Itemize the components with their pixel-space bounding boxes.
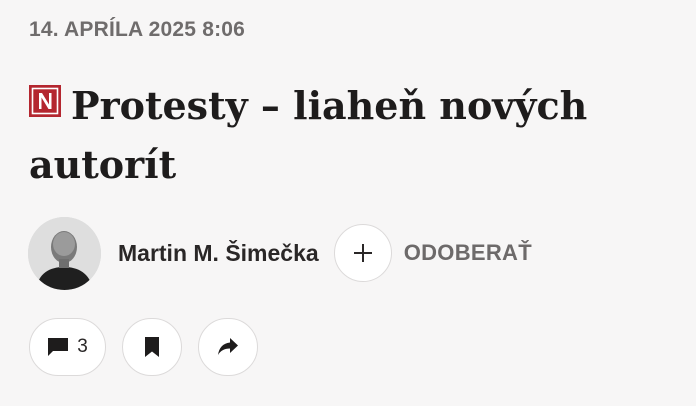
author-name[interactable]: Martin M. Šimečka <box>118 240 319 267</box>
comments-button[interactable]: 3 <box>29 318 106 376</box>
denník-n-logo-icon <box>29 85 61 117</box>
article-title: Protesty – liaheň nových autorít <box>29 83 588 187</box>
author-avatar[interactable] <box>28 216 101 290</box>
article-date: 14. APRÍLA 2025 8:06 <box>29 18 246 41</box>
plus-icon <box>353 244 372 262</box>
author-row: Martin M. Šimečka ODOBERAŤ <box>28 216 532 290</box>
share-icon <box>218 338 238 355</box>
follow-button[interactable] <box>333 224 392 282</box>
comment-count: 3 <box>77 336 88 357</box>
article-headline: Protesty – liaheň nových autorít <box>29 76 669 194</box>
bookmark-button[interactable] <box>122 318 182 376</box>
follow-label[interactable]: ODOBERAŤ <box>404 240 532 266</box>
bookmark-icon <box>145 337 159 357</box>
share-button[interactable] <box>198 318 258 376</box>
comment-icon <box>48 338 69 356</box>
article-actions: 3 <box>29 318 258 376</box>
